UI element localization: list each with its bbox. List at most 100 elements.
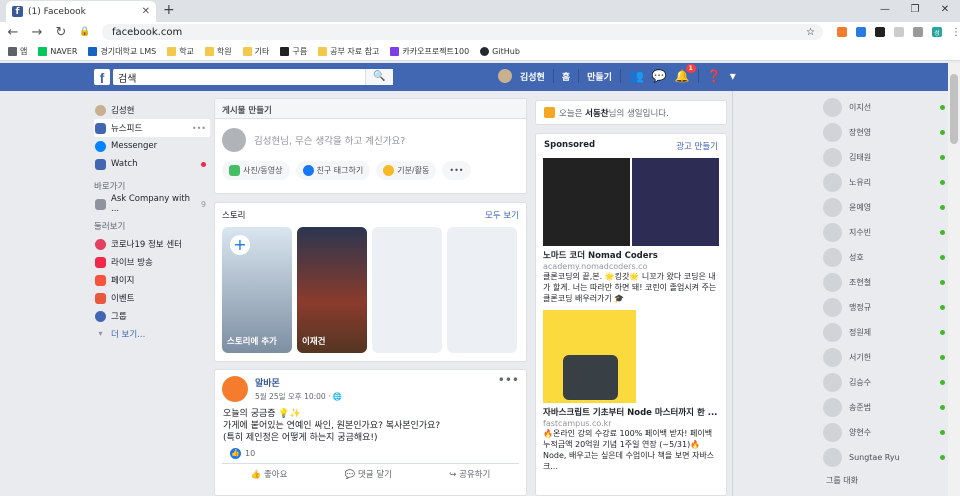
search-icon[interactable]: 🔍 [365,69,393,85]
maximize-icon[interactable]: ❐ [900,0,930,20]
ad1-images[interactable] [536,158,726,246]
forward-icon[interactable]: → [30,25,44,40]
online-status-dot [940,455,945,460]
create-link[interactable]: 만들기 [587,70,612,83]
notifications-icon[interactable]: 🔔 1 [675,64,696,83]
notification-badge: 1 [685,64,696,73]
reload-icon[interactable]: ↻ [54,25,68,40]
like-button[interactable]: 👍 좋아요 [251,468,288,480]
home-link[interactable]: 홈 [562,70,570,83]
extension-icon[interactable] [875,27,885,37]
new-tab-button[interactable]: + [163,2,175,18]
add-story-card[interactable]: + 스토리에 추가 [222,227,292,353]
chat-contact[interactable]: 송준범 [823,395,945,420]
chat-contact[interactable]: 조현철 [823,270,945,295]
ad2-title[interactable]: 자바스크립트 기초부터 Node 마스터까지 한 ... [536,403,726,419]
left-nav-events[interactable]: 이벤트 [94,289,210,307]
comment-button[interactable]: 💬 댓글 달기 [345,468,392,480]
story-card[interactable]: 이재건 [297,227,367,353]
bookmark-goorm[interactable]: 구름 [280,46,307,57]
online-status-dot [940,430,945,435]
left-nav-profile[interactable]: 김성현 [94,101,210,119]
share-button[interactable]: ↪ 공유하기 [449,468,490,480]
account-menu-icon[interactable]: ▾ [730,69,736,83]
photo-video-button[interactable]: 사진/동영상 [222,161,290,180]
bookmark-github[interactable]: GitHub [480,46,520,56]
ad1-image[interactable] [632,158,719,246]
bookmark-folder[interactable]: 학교 [167,46,194,57]
left-nav-covid[interactable]: 코로나19 정보 센터 [94,235,210,253]
left-nav-see-more[interactable]: ▾ 더 보기... [94,325,210,343]
tag-friends-button[interactable]: 친구 태그하기 [295,161,371,180]
ad1-image[interactable] [543,158,630,246]
chat-contact[interactable]: 양현수 [823,420,945,445]
extension-icon[interactable] [913,27,923,37]
feeling-button[interactable]: 기분/활동 [376,161,437,180]
post-avatar[interactable] [222,376,248,402]
scrollbar-thumb[interactable] [950,74,958,144]
left-nav-news-feed[interactable]: 뉴스피드 ••• [94,119,210,137]
chat-contact[interactable]: 서기헌 [823,345,945,370]
ad1-title[interactable]: 노마드 코더 Nomad Coders [536,246,726,262]
birthday-card[interactable]: 오늘은 서동찬님의 생일입니다. [535,100,727,125]
post-author[interactable]: 알바몬 [255,376,342,389]
stories-section: 스토리 모두 보기 + 스토리에 추가 이재건 [214,202,527,362]
url-field[interactable]: facebook.com ☆ [102,24,823,40]
chrome-profile-avatar[interactable]: 성현 [932,27,942,51]
post-options-icon[interactable]: ••• [498,373,519,387]
bookmark-naver[interactable]: NAVER [38,46,77,56]
bookmark-folder[interactable]: 공부 자료 참고 [318,46,379,57]
chat-contact[interactable]: 김승수 [823,370,945,395]
more-options-button[interactable]: ••• [442,161,471,180]
help-icon[interactable]: ❓ [707,69,722,83]
extension-icon[interactable] [856,27,866,37]
left-nav-messenger[interactable]: Messenger [94,137,210,155]
online-status-dot [940,205,945,210]
ad2-image[interactable] [543,310,636,403]
tab-title: (1) Facebook [28,6,86,17]
header-avatar[interactable] [498,69,512,83]
chat-contact[interactable]: 김태원 [823,145,945,170]
header-profile-link[interactable]: 김성현 [520,70,545,83]
more-options-icon[interactable]: ••• [192,124,210,133]
chat-contact[interactable]: 지수빈 [823,220,945,245]
left-nav-pages[interactable]: 페이지 [94,271,210,289]
bookmark-folder[interactable]: 학원 [204,46,232,57]
friend-requests-icon[interactable]: 👥 [629,69,644,83]
back-icon[interactable]: ← [6,25,20,40]
left-nav-shortcut[interactable]: Ask Company with ... 9 [94,194,210,214]
left-nav-watch[interactable]: Watch [94,155,210,173]
chat-contact[interactable]: 이지선 [823,95,945,120]
search-input[interactable]: 검색 🔍 [113,69,393,85]
bookmark-lms[interactable]: 경기대학교 LMS [88,46,156,57]
chat-contact[interactable]: 윤예영 [823,195,945,220]
see-all-stories-link[interactable]: 모두 보기 [485,209,519,221]
chat-contact[interactable]: 성호 [823,245,945,270]
bookmark-kakao[interactable]: 카카오프로젝트100 [390,46,469,57]
chat-contact[interactable]: 장현영 [823,120,945,145]
chat-contact[interactable]: Sungtae Ryu [823,445,945,470]
chat-contact[interactable]: 정원제 [823,320,945,345]
create-ad-link[interactable]: 광고 만들기 [676,140,718,152]
close-tab-icon[interactable]: ✕ [142,6,150,17]
bookmark-apps[interactable]: 앱 [8,46,27,57]
extension-icon[interactable] [894,27,904,37]
chrome-menu-icon[interactable]: ⋮ [951,27,960,38]
messenger-icon[interactable]: 💬 [652,69,667,83]
folder-icon [204,46,214,56]
composer-input[interactable]: 김성현님, 무슨 생각을 하고 계신가요? [215,119,526,161]
facebook-logo[interactable]: f [94,69,110,86]
close-window-icon[interactable]: ✕ [930,0,960,20]
left-nav-groups[interactable]: 그룹 [94,307,210,325]
bookmark-star-icon[interactable]: ☆ [806,27,815,38]
left-nav-live[interactable]: 라이브 방송 [94,253,210,271]
chat-contact[interactable]: 맹정규 [823,295,945,320]
browser-tab[interactable]: f (1) Facebook ✕ [6,1,156,22]
bookmark-folder[interactable]: 기타 [242,46,269,57]
post-timestamp[interactable]: 5월 25일 오후 10:00 · [255,392,333,401]
minimize-icon[interactable]: — [870,0,900,20]
extension-icon[interactable] [837,27,847,37]
post-reactions[interactable]: 👍 10 [222,444,519,464]
birthday-name[interactable]: 서동찬 [585,109,608,119]
chat-contact[interactable]: 노유리 [823,170,945,195]
